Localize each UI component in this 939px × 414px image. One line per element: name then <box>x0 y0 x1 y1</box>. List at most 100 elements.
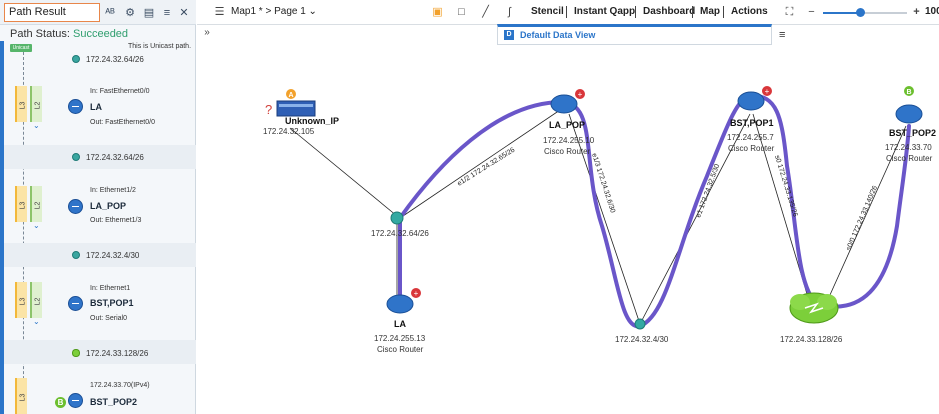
node-type: Cisco Router <box>728 144 775 153</box>
hop-device-name[interactable]: BST_POP2 <box>90 397 137 407</box>
question-icon: ? <box>265 102 272 117</box>
la-router-node[interactable]: + LA 172.24.255.13 Cisco Router <box>374 288 426 354</box>
layer3-tag: L3 <box>15 282 27 318</box>
node-ip: 172.24.255.13 <box>374 334 426 343</box>
rectangle-icon[interactable]: □ <box>455 6 468 19</box>
wan-cloud-node[interactable]: 172.24.33.128/26 <box>780 292 843 344</box>
layer3-tag: L3 <box>15 86 27 122</box>
hop-in-interface: In: FastEthernet0/0 <box>90 88 150 95</box>
unicast-tag: Unicast <box>10 44 32 52</box>
curve-icon[interactable]: ∫ <box>503 6 516 19</box>
path-status-label: Path Status: <box>10 28 70 40</box>
router-icon[interactable] <box>68 296 83 311</box>
highlighted-path <box>398 93 911 329</box>
separator <box>635 6 636 18</box>
settings-icon[interactable]: ⚙ <box>123 6 137 20</box>
separator <box>566 6 567 18</box>
zoom-out-icon[interactable]: − <box>805 6 818 19</box>
save-icon[interactable]: ▤ <box>142 6 156 20</box>
zoom-slider-fill <box>823 12 859 14</box>
layer3-tag: L3 <box>15 378 27 414</box>
pen-icon[interactable]: ╱ <box>479 6 492 19</box>
network-icon <box>72 251 80 259</box>
node-name: BST_POP2 <box>889 128 936 138</box>
link-label: s0/0 172.24.33.140/26 <box>845 185 879 252</box>
zoom-level: 100% <box>925 6 939 17</box>
network-label: 172.24.32.4/30 <box>86 251 140 260</box>
separator <box>723 6 724 18</box>
hop-out-interface: Out: Serial0 <box>90 315 127 322</box>
node-name: LA_POP <box>549 120 585 130</box>
node-ip: 172.24.33.70 <box>885 143 932 152</box>
node-name: Unknown_IP <box>285 116 339 126</box>
switch-node-2[interactable]: 172.24.32.4/30 <box>615 318 669 344</box>
data-view-label: Default Data View <box>520 30 596 40</box>
fit-view-icon[interactable]: ⛶ <box>783 6 796 19</box>
map-breadcrumb[interactable]: Map1 * > Page 1 ⌄ <box>231 6 317 17</box>
map-canvas[interactable]: e1/2 172.24.32.65/26 e1/3 172.24.32.6/30… <box>197 46 939 414</box>
node-type: Cisco Router <box>544 147 591 156</box>
layer2-tag: L2 <box>30 186 42 222</box>
start-badge-label: A <box>288 92 293 99</box>
map-link[interactable]: Map <box>700 6 720 17</box>
data-view-badge: D <box>504 30 514 40</box>
hop-in-interface: 172.24.33.70(IPv4) <box>90 382 150 389</box>
map-toolbar: ☰ Map1 * > Page 1 ⌄ ▣ □ ╱ ∫ Stencil Inst… <box>197 0 939 25</box>
hop-out-interface: Out: FastEthernet0/0 <box>90 119 155 126</box>
layer2-tag: L2 <box>30 86 42 122</box>
hop-out-interface: Out: Ethernet1/3 <box>90 217 142 224</box>
chevron-down-icon[interactable]: ⌄ <box>33 121 40 130</box>
chevron-down-icon[interactable]: ⌄ <box>33 317 40 326</box>
node-subnet: 172.24.32.4/30 <box>615 335 669 344</box>
separator <box>692 6 693 18</box>
hop-device-name[interactable]: LA <box>90 102 102 112</box>
network-icon <box>72 55 80 63</box>
data-view-tab[interactable]: D Default Data View <box>497 24 772 45</box>
close-icon[interactable]: ✕ <box>177 6 191 20</box>
path-status-value: Succeeded <box>73 28 129 40</box>
stencil-link[interactable]: Stencil <box>531 6 564 17</box>
path-result-header: Path Result ᴬᴮ ⚙ ▤ ≡ ✕ <box>0 0 196 25</box>
svg-text:+: + <box>765 87 770 96</box>
network-icon <box>72 153 80 161</box>
node-subnet: 172.24.32.64/26 <box>371 229 429 238</box>
svg-text:+: + <box>578 90 583 99</box>
actions-link[interactable]: Actions <box>731 6 768 17</box>
node-ip: 172.24.255.10 <box>543 136 595 145</box>
data-view-menu-icon[interactable]: ≡ <box>779 29 785 41</box>
path-result-title[interactable]: Path Result <box>4 3 100 22</box>
dashboard-link[interactable]: Dashboard <box>643 6 695 17</box>
node-ip: 172.24.32.105 <box>263 127 315 136</box>
instant-qapp-link[interactable]: Instant Qapp <box>574 6 635 17</box>
cloud-icon <box>72 349 80 357</box>
menu-icon[interactable]: ≡ <box>160 6 174 20</box>
router-icon[interactable] <box>68 99 83 114</box>
svg-text:+: + <box>414 289 419 298</box>
abc-icon[interactable]: ᴬᴮ <box>103 6 117 20</box>
hop-in-interface: In: Ethernet1 <box>90 285 131 292</box>
network-label: 172.24.32.64/26 <box>86 153 144 162</box>
node-type: Cisco Router <box>886 154 933 163</box>
node-name: BST,POP1 <box>730 118 774 128</box>
bst-pop2-router-node[interactable]: B BST_POP2 172.24.33.70 Cisco Router <box>885 86 936 163</box>
grid-menu-icon[interactable]: ☰ <box>213 6 226 19</box>
unknown-ip-node[interactable]: ? A Unknown_IP 172.24.32.105 <box>263 89 339 136</box>
highlight-icon[interactable]: ▣ <box>431 6 444 19</box>
path-status: Path Status: Succeeded <box>10 28 128 40</box>
router-icon[interactable] <box>68 199 83 214</box>
network-label: 172.24.33.128/26 <box>86 349 149 358</box>
hop-device-name[interactable]: LA_POP <box>90 201 126 211</box>
node-type: Cisco Router <box>377 345 424 354</box>
collapse-panel-button[interactable]: » <box>197 26 217 40</box>
bst-pop1-router-node[interactable]: + BST,POP1 172.24.255.7 Cisco Router <box>727 86 775 153</box>
path-result-panel: Path Result ᴬᴮ ⚙ ▤ ≡ ✕ Path Status: Succ… <box>0 0 196 414</box>
hop-in-interface: In: Ethernet1/2 <box>90 187 136 194</box>
hop-device-name[interactable]: BST,POP1 <box>90 298 134 308</box>
chevron-down-icon[interactable]: ⌄ <box>33 221 40 230</box>
network-label: 172.24.32.64/26 <box>86 55 144 64</box>
end-point-badge: B <box>55 397 66 408</box>
node-name: LA <box>394 319 406 329</box>
router-icon[interactable] <box>68 393 83 408</box>
zoom-slider-handle[interactable] <box>856 8 865 17</box>
zoom-in-icon[interactable]: + <box>910 6 923 19</box>
